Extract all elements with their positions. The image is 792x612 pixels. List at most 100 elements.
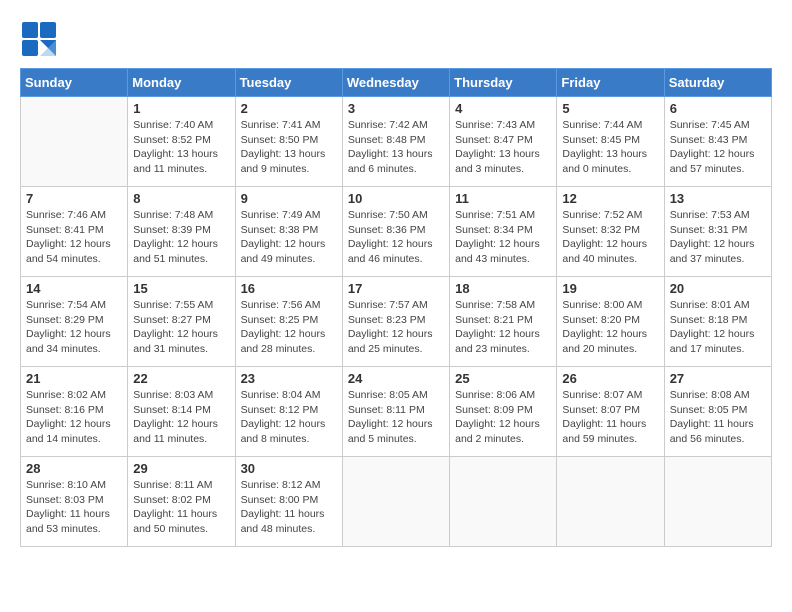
day-info: Sunrise: 7:51 AMSunset: 8:34 PMDaylight:… [455,208,551,267]
day-number: 27 [670,371,766,386]
day-number: 29 [133,461,229,476]
day-number: 15 [133,281,229,296]
calendar-cell: 9 Sunrise: 7:49 AMSunset: 8:38 PMDaylight… [235,187,342,277]
day-info: Sunrise: 7:57 AMSunset: 8:23 PMDaylight:… [348,298,444,357]
calendar-cell: 15 Sunrise: 7:55 AMSunset: 8:27 PMDayligh… [128,277,235,367]
calendar-cell: 21 Sunrise: 8:02 AMSunset: 8:16 PMDayligh… [21,367,128,457]
calendar-cell: 29 Sunrise: 8:11 AMSunset: 8:02 PMDayligh… [128,457,235,547]
day-number: 9 [241,191,337,206]
calendar-cell: 13Sunrise: 7:53 AMSunset: 8:31 PMDayligh… [664,187,771,277]
calendar-cell: 11 Sunrise: 7:51 AMSunset: 8:34 PMDayligh… [450,187,557,277]
day-header-sunday: Sunday [21,69,128,97]
calendar-cell [450,457,557,547]
day-number: 11 [455,191,551,206]
day-number: 4 [455,101,551,116]
calendar-cell: 5 Sunrise: 7:44 AMSunset: 8:45 PMDaylight… [557,97,664,187]
day-info: Sunrise: 8:10 AMSunset: 8:03 PMDaylight:… [26,478,122,537]
day-number: 23 [241,371,337,386]
day-header-monday: Monday [128,69,235,97]
day-info: Sunrise: 8:07 AMSunset: 8:07 PMDaylight:… [562,388,658,447]
day-info: Sunrise: 7:48 AMSunset: 8:39 PMDaylight:… [133,208,229,267]
day-number: 7 [26,191,122,206]
calendar-cell [557,457,664,547]
calendar-cell: 26 Sunrise: 8:07 AMSunset: 8:07 PMDayligh… [557,367,664,457]
calendar-cell: 24Sunrise: 8:05 AMSunset: 8:11 PMDayligh… [342,367,449,457]
day-info: Sunrise: 7:56 AMSunset: 8:25 PMDaylight:… [241,298,337,357]
day-info: Sunrise: 8:02 AMSunset: 8:16 PMDaylight:… [26,388,122,447]
day-info: Sunrise: 7:46 AMSunset: 8:41 PMDaylight:… [26,208,122,267]
day-info: Sunrise: 8:03 AMSunset: 8:14 PMDaylight:… [133,388,229,447]
calendar-cell: 23 Sunrise: 8:04 AMSunset: 8:12 PMDayligh… [235,367,342,457]
day-header-friday: Friday [557,69,664,97]
calendar-cell: 16 Sunrise: 7:56 AMSunset: 8:25 PMDayligh… [235,277,342,367]
day-number: 21 [26,371,122,386]
calendar-cell: 27 Sunrise: 8:08 AMSunset: 8:05 PMDayligh… [664,367,771,457]
day-info: Sunrise: 7:49 AMSunset: 8:38 PMDaylight:… [241,208,337,267]
calendar-cell: 19 Sunrise: 8:00 AMSunset: 8:20 PMDayligh… [557,277,664,367]
calendar-cell: 7 Sunrise: 7:46 AMSunset: 8:41 PMDaylight… [21,187,128,277]
day-number: 3 [348,101,444,116]
calendar-cell: 4 Sunrise: 7:43 AMSunset: 8:47 PMDaylight… [450,97,557,187]
calendar-cell [342,457,449,547]
calendar-cell: 25 Sunrise: 8:06 AMSunset: 8:09 PMDayligh… [450,367,557,457]
day-info: Sunrise: 7:40 AMSunset: 8:52 PMDaylight:… [133,118,229,177]
day-header-tuesday: Tuesday [235,69,342,97]
day-number: 19 [562,281,658,296]
calendar-cell: 18 Sunrise: 7:58 AMSunset: 8:21 PMDayligh… [450,277,557,367]
calendar-cell: 28 Sunrise: 8:10 AMSunset: 8:03 PMDayligh… [21,457,128,547]
day-info: Sunrise: 7:42 AMSunset: 8:48 PMDaylight:… [348,118,444,177]
day-info: Sunrise: 7:41 AMSunset: 8:50 PMDaylight:… [241,118,337,177]
day-number: 30 [241,461,337,476]
day-info: Sunrise: 8:00 AMSunset: 8:20 PMDaylight:… [562,298,658,357]
day-info: Sunrise: 7:52 AMSunset: 8:32 PMDaylight:… [562,208,658,267]
day-number: 17 [348,281,444,296]
day-info: Sunrise: 7:54 AMSunset: 8:29 PMDaylight:… [26,298,122,357]
day-info: Sunrise: 8:06 AMSunset: 8:09 PMDaylight:… [455,388,551,447]
calendar-cell: 3 Sunrise: 7:42 AMSunset: 8:48 PMDaylight… [342,97,449,187]
day-info: Sunrise: 7:55 AMSunset: 8:27 PMDaylight:… [133,298,229,357]
day-info: Sunrise: 8:04 AMSunset: 8:12 PMDaylight:… [241,388,337,447]
calendar-cell: 30 Sunrise: 8:12 AMSunset: 8:00 PMDayligh… [235,457,342,547]
day-number: 10 [348,191,444,206]
day-info: Sunrise: 7:44 AMSunset: 8:45 PMDaylight:… [562,118,658,177]
day-info: Sunrise: 7:50 AMSunset: 8:36 PMDaylight:… [348,208,444,267]
day-number: 22 [133,371,229,386]
day-number: 13 [670,191,766,206]
day-info: Sunrise: 8:01 AMSunset: 8:18 PMDaylight:… [670,298,766,357]
logo [20,20,62,58]
logo-icon [20,20,58,58]
day-number: 1 [133,101,229,116]
day-number: 14 [26,281,122,296]
day-number: 28 [26,461,122,476]
calendar-cell: 10 Sunrise: 7:50 AMSunset: 8:36 PMDayligh… [342,187,449,277]
day-info: Sunrise: 7:58 AMSunset: 8:21 PMDaylight:… [455,298,551,357]
day-number: 6 [670,101,766,116]
day-number: 26 [562,371,658,386]
calendar-cell: 8 Sunrise: 7:48 AMSunset: 8:39 PMDaylight… [128,187,235,277]
calendar-cell: 6Sunrise: 7:45 AMSunset: 8:43 PMDaylight… [664,97,771,187]
day-number: 8 [133,191,229,206]
day-header-thursday: Thursday [450,69,557,97]
day-info: Sunrise: 7:43 AMSunset: 8:47 PMDaylight:… [455,118,551,177]
day-header-saturday: Saturday [664,69,771,97]
day-number: 2 [241,101,337,116]
day-info: Sunrise: 8:11 AMSunset: 8:02 PMDaylight:… [133,478,229,537]
day-number: 5 [562,101,658,116]
calendar-cell: 2 Sunrise: 7:41 AMSunset: 8:50 PMDaylight… [235,97,342,187]
day-info: Sunrise: 8:12 AMSunset: 8:00 PMDaylight:… [241,478,337,537]
calendar-cell: 1 Sunrise: 7:40 AMSunset: 8:52 PMDaylight… [128,97,235,187]
calendar-cell: 12 Sunrise: 7:52 AMSunset: 8:32 PMDayligh… [557,187,664,277]
calendar-cell: 17 Sunrise: 7:57 AMSunset: 8:23 PMDayligh… [342,277,449,367]
day-number: 20 [670,281,766,296]
day-number: 12 [562,191,658,206]
day-header-wednesday: Wednesday [342,69,449,97]
calendar-cell [664,457,771,547]
calendar-cell: 20 Sunrise: 8:01 AMSunset: 8:18 PMDayligh… [664,277,771,367]
day-info: Sunrise: 8:05 AMSunset: 8:11 PMDaylight:… [348,388,444,447]
day-number: 16 [241,281,337,296]
day-info: Sunrise: 8:08 AMSunset: 8:05 PMDaylight:… [670,388,766,447]
page-header [20,20,772,58]
calendar-cell: 14 Sunrise: 7:54 AMSunset: 8:29 PMDayligh… [21,277,128,367]
day-number: 18 [455,281,551,296]
day-number: 25 [455,371,551,386]
